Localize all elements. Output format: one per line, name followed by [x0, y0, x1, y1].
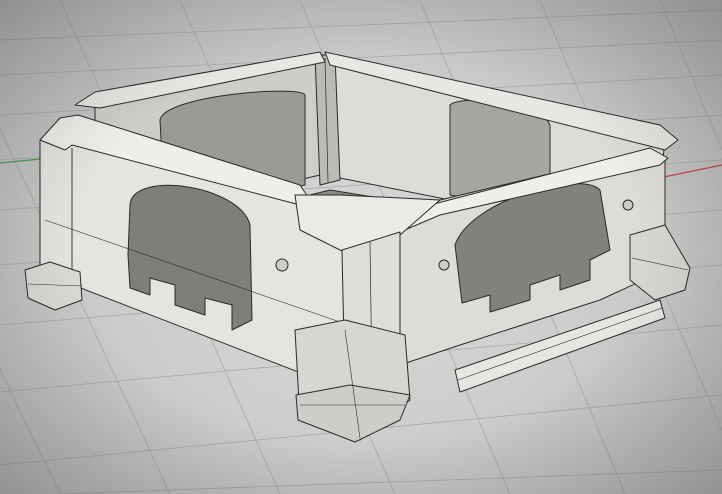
front-base-plate	[295, 384, 411, 443]
screw-boss-left	[275, 258, 289, 272]
3d-viewport[interactable]	[0, 0, 722, 494]
frame-model[interactable]	[24, 51, 691, 443]
screw-boss-right	[438, 259, 450, 271]
right-foot	[629, 224, 691, 301]
screw-boss-far-right	[622, 199, 634, 211]
viewport-canvas[interactable]	[0, 0, 722, 494]
